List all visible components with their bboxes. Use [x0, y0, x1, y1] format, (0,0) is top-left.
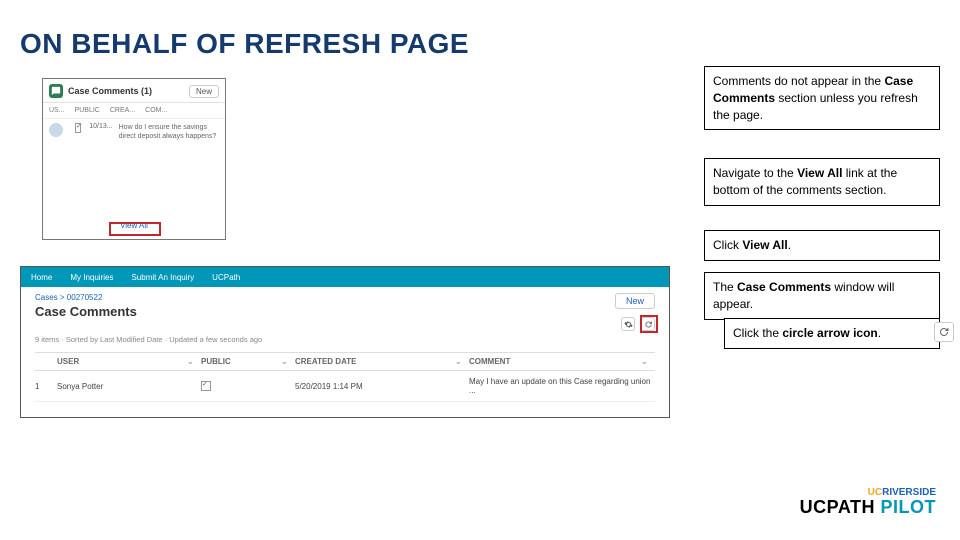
toolbar: New	[615, 293, 655, 309]
chevron-down-icon: ⌄	[281, 357, 295, 366]
chevron-down-icon: ⌄	[455, 357, 469, 366]
instruction-box: Click the circle arrow icon.	[724, 318, 940, 349]
row-user: Sonya Potter	[57, 382, 187, 391]
logo-brand: UCPATH	[800, 497, 875, 517]
chevron-down-icon: ⌄	[641, 357, 655, 366]
nav-submit-inquiry[interactable]: Submit An Inquiry	[131, 273, 194, 282]
logo-line2: UCPATH PILOT	[800, 498, 936, 516]
col-comment: COM...	[145, 107, 167, 114]
panel-columns: US... PUBLIC CREA... COM...	[43, 102, 225, 118]
text-bold: circle arrow icon	[782, 326, 877, 340]
col-created: CREA...	[110, 107, 135, 114]
text: .	[788, 238, 791, 252]
comments-table: USER ⌄ PUBLIC ⌄ CREATED DATE ⌄ COMMENT ⌄…	[35, 352, 655, 402]
chevron-down-icon: ⌄	[187, 357, 201, 366]
row-public	[201, 381, 281, 391]
screenshot-case-comments-page: Home My Inquiries Submit An Inquiry UCPa…	[20, 266, 670, 418]
screenshot-case-comments-panel: Case Comments (1) New US... PUBLIC CREA.…	[42, 78, 226, 240]
refresh-icon-sample	[934, 322, 954, 342]
row-index: 1	[35, 382, 57, 391]
new-button[interactable]: New	[189, 85, 219, 98]
list-meta: 9 items · Sorted by Last Modified Date ·…	[35, 335, 655, 344]
col-user: USER	[57, 357, 187, 366]
new-button[interactable]: New	[615, 293, 655, 309]
footer-logo: UCRIVERSIDE UCPATH PILOT	[800, 488, 936, 516]
avatar	[49, 123, 63, 137]
col-created: CREATED DATE	[295, 357, 455, 366]
panel-row: 10/13... How do I ensure the savings dir…	[43, 118, 225, 145]
col-user: US...	[49, 107, 65, 114]
page-body: Cases > 00270522 Case Comments New 9 ite…	[21, 287, 669, 402]
table-row: 1 Sonya Potter 5/20/2019 1:14 PM May I h…	[35, 371, 655, 402]
page-subtitle: Case Comments	[35, 304, 655, 319]
toolbar-icons	[621, 317, 655, 331]
gear-icon[interactable]	[621, 317, 635, 331]
instruction-box: Comments do not appear in the Case Comme…	[704, 66, 940, 130]
text: Click	[713, 238, 742, 252]
text: Navigate to the	[713, 166, 797, 180]
instruction-box: Navigate to the View All link at the bot…	[704, 158, 940, 206]
breadcrumb[interactable]: Cases > 00270522	[35, 293, 655, 302]
table-header: USER ⌄ PUBLIC ⌄ CREATED DATE ⌄ COMMENT ⌄	[35, 352, 655, 371]
panel-title: Case Comments (1)	[68, 86, 189, 96]
view-all-wrap: View All	[43, 215, 225, 233]
refresh-icon[interactable]	[641, 317, 655, 331]
panel-header: Case Comments (1) New	[43, 79, 225, 102]
slide: ON BEHALF OF REFRESH PAGE Case Comments …	[0, 0, 960, 540]
page-title: ON BEHALF OF REFRESH PAGE	[20, 28, 469, 60]
text-bold: Case Comments	[737, 280, 831, 294]
nav-bar: Home My Inquiries Submit An Inquiry UCPa…	[21, 267, 669, 287]
col-comment: COMMENT	[469, 357, 641, 366]
comments-icon	[49, 84, 63, 98]
nav-ucpath[interactable]: UCPath	[212, 273, 240, 282]
nav-home[interactable]: Home	[31, 273, 52, 282]
row-comment: May I have an update on this Case regard…	[469, 377, 655, 395]
public-checkbox	[75, 123, 81, 133]
logo-pilot: PILOT	[875, 497, 936, 517]
col-public: PUBLIC	[201, 357, 281, 366]
text: Click the	[733, 326, 782, 340]
instruction-box: The Case Comments window will appear.	[704, 272, 940, 320]
text-bold: View All	[742, 238, 787, 252]
col-index	[35, 357, 57, 366]
text: Comments do not appear in the	[713, 74, 884, 88]
text-bold: View All	[797, 166, 842, 180]
row-created: 5/20/2019 1:14 PM	[295, 382, 455, 391]
row-comment: How do I ensure the savings direct depos…	[119, 123, 219, 141]
instruction-box: Click View All.	[704, 230, 940, 261]
row-date: 10/13...	[89, 123, 112, 130]
public-checkbox	[201, 381, 211, 391]
view-all-link[interactable]: View All	[114, 219, 154, 232]
text: .	[878, 326, 881, 340]
col-public: PUBLIC	[75, 107, 100, 114]
text: The	[713, 280, 737, 294]
nav-my-inquiries[interactable]: My Inquiries	[70, 273, 113, 282]
